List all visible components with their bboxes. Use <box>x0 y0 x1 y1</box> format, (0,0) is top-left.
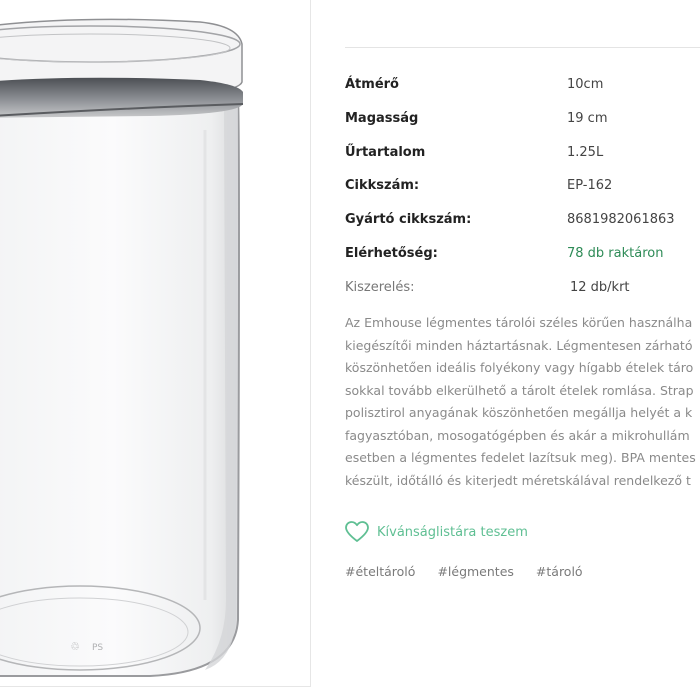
heart-icon <box>345 521 369 542</box>
spec-value: 10cm <box>567 77 604 92</box>
svg-text:PS: PS <box>92 643 103 653</box>
description-line: polisztirol anyagának köszönhetően megál… <box>345 405 693 420</box>
spec-label: Elérhetőség: <box>345 245 438 261</box>
spec-row-manufacturer-sku: Gyártó cikkszám: 8681982061863 <box>345 205 700 239</box>
wishlist-label: Kívánságlistára teszem <box>377 524 528 540</box>
description-line: sokkal tovább elkerülhető a tárolt étele… <box>345 382 694 398</box>
spec-label: Magasság <box>345 110 419 126</box>
description-line: fagyasztóban, mosogatógépben és akár a m… <box>345 427 690 443</box>
description-line: esetben a légmentes fedelet lazítsuk meg… <box>345 450 696 465</box>
spec-label: Cikkszám: <box>345 178 420 194</box>
spec-label: Gyártó cikkszám: <box>345 212 472 228</box>
spec-row-diameter: Átmérő 10cm <box>345 70 700 104</box>
spec-row-availability: Elérhetőség: 78 db raktáron <box>345 239 700 273</box>
stock-status: 78 db raktáron <box>567 245 664 261</box>
description-line: kiegészítői minden háztartásnak. Légment… <box>345 337 693 353</box>
add-to-wishlist-button[interactable]: Kívánságlistára teszem <box>345 520 528 544</box>
spec-row-packaging: Kiszerelés: 12 db/krt <box>345 273 700 307</box>
spec-value: EP-162 <box>567 178 613 194</box>
product-image-panel[interactable]: ♲ PS <box>0 0 311 687</box>
spec-value: 8681982061863 <box>567 212 675 228</box>
spec-row-height: Magasság 19 cm <box>345 104 700 138</box>
tag-link[interactable]: #légmentes <box>437 562 513 582</box>
spec-label: Kiszerelés: <box>345 279 415 295</box>
description-line: Az Emhouse légmentes tárolói széles körű… <box>345 315 693 330</box>
spec-value: 12 db/krt <box>570 279 630 295</box>
spec-row-capacity: Űrtartalom 1.25L <box>345 138 700 172</box>
spec-row-sku: Cikkszám: EP-162 <box>345 171 700 205</box>
description-line: köszönhetően ideális folyékony vagy híga… <box>345 360 694 375</box>
product-description: Az Emhouse légmentes tárolói széles körű… <box>345 312 700 492</box>
svg-text:♲: ♲ <box>70 640 80 653</box>
tag-list: #ételtároló #légmentes #tároló <box>345 562 583 582</box>
spec-value: 19 cm <box>567 110 608 126</box>
product-jar-image: ♲ PS <box>0 18 244 677</box>
tag-link[interactable]: #tároló <box>536 562 583 582</box>
tag-link[interactable]: #ételtároló <box>345 562 415 582</box>
spec-label: Átmérő <box>345 77 399 92</box>
spec-value: 1.25L <box>567 144 604 160</box>
description-line: készült, időtálló és kiterjedt méretskál… <box>345 472 691 488</box>
spec-label: Űrtartalom <box>345 144 426 160</box>
spec-table: Átmérő 10cm Magasság 19 cm Űrtartalom 1.… <box>345 70 700 307</box>
top-divider <box>345 47 700 48</box>
